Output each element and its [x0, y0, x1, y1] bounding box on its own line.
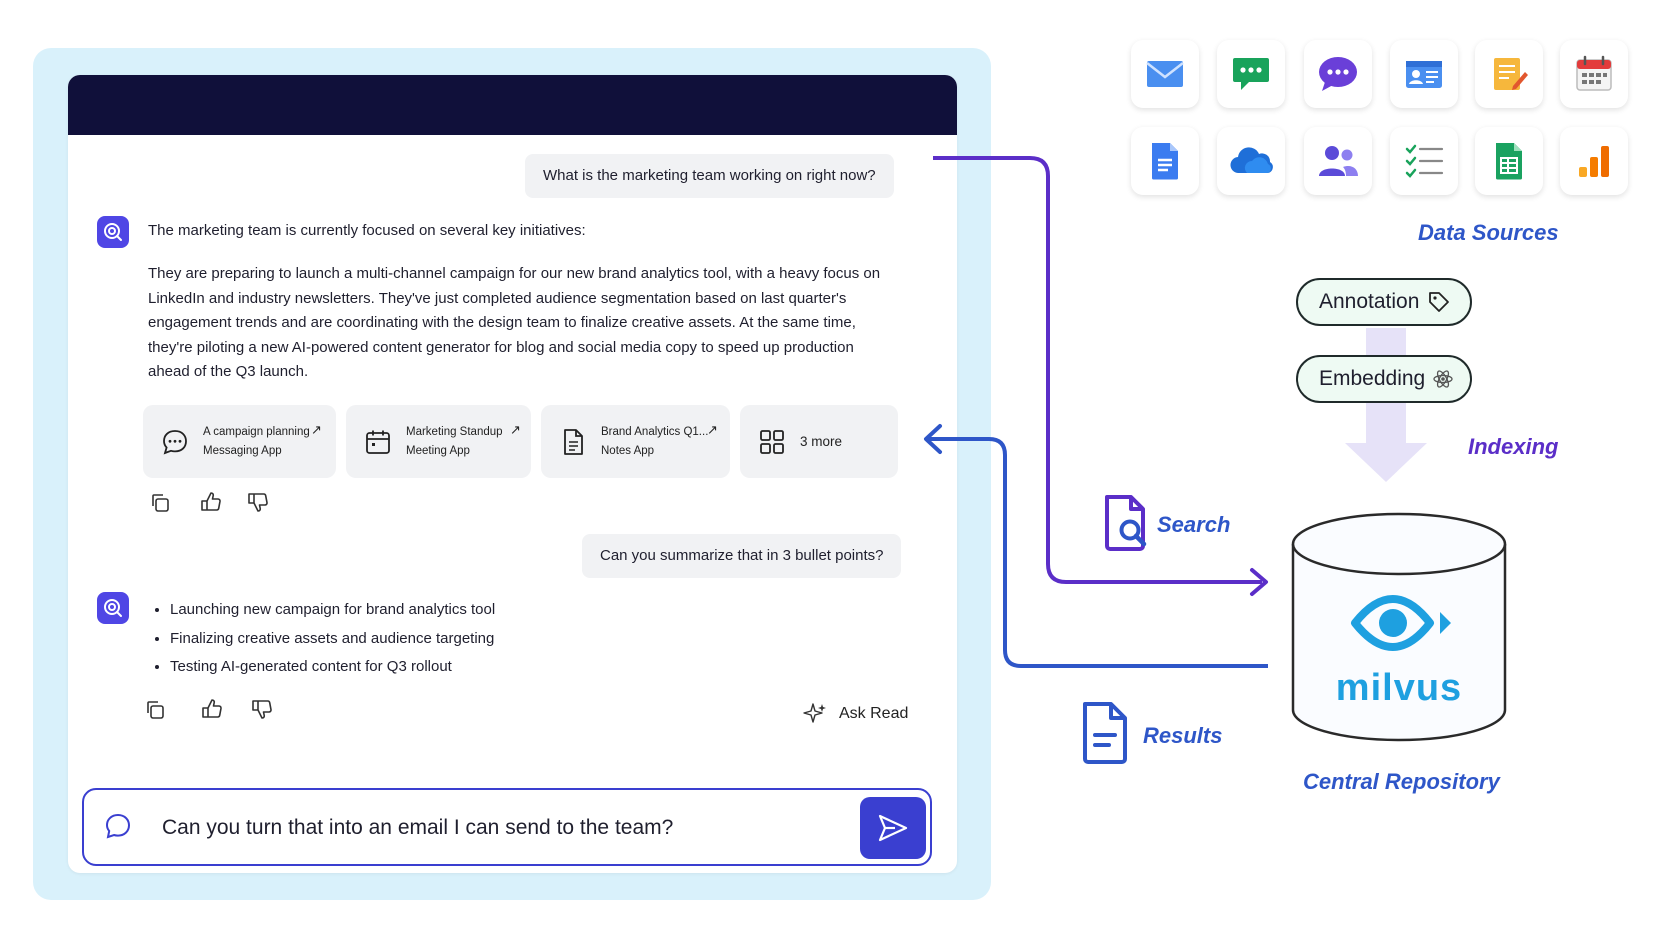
tag-icon — [1429, 292, 1450, 312]
people-icon — [1319, 146, 1358, 176]
sheets-icon — [1496, 143, 1522, 180]
notes-app-tile — [1475, 40, 1543, 108]
annotation-label: Annotation — [1319, 290, 1420, 313]
embedding-label: Embedding — [1319, 367, 1426, 390]
mail-icon — [1146, 61, 1184, 87]
chat-app-tile — [1304, 40, 1372, 108]
central-repository-label: Central Repository — [1303, 769, 1500, 794]
data-sources-label: Data Sources — [1418, 220, 1559, 245]
calendar-app-tile — [1560, 40, 1628, 108]
checklist-icon — [1405, 144, 1444, 178]
sheets-app-tile — [1475, 127, 1543, 195]
cloud-icon — [1230, 147, 1273, 174]
contact-card-icon — [1406, 61, 1442, 88]
results-label: Results — [1143, 723, 1223, 748]
message-icon — [1233, 58, 1269, 90]
embedding-pill: Embedding — [1296, 355, 1472, 403]
search-document-icon — [1103, 494, 1153, 557]
docs-icon — [1152, 143, 1178, 180]
calendar-icon — [1576, 55, 1612, 91]
indexing-label: Indexing — [1468, 434, 1559, 459]
people-app-tile — [1304, 127, 1372, 195]
docs-app-tile — [1131, 127, 1199, 195]
milvus-brand: milvus — [1335, 667, 1463, 709]
central-repository: milvus — [1290, 511, 1508, 745]
checklist-app-tile — [1390, 127, 1458, 195]
mail-app-tile — [1131, 40, 1199, 108]
contact-app-tile — [1390, 40, 1458, 108]
indexing-arrow-head — [1345, 443, 1427, 482]
annotation-pill: Annotation — [1296, 278, 1472, 326]
cloud-app-tile — [1217, 127, 1285, 195]
atom-icon — [1433, 370, 1453, 388]
results-flow-arrow — [928, 437, 1268, 668]
analytics-app-tile — [1560, 127, 1628, 195]
chat-icon — [1319, 57, 1357, 91]
message-app-tile — [1217, 40, 1285, 108]
search-label: Search — [1157, 512, 1231, 537]
notes-icon — [1494, 58, 1528, 90]
results-document-icon — [1081, 701, 1131, 770]
analytics-icon — [1579, 146, 1609, 177]
